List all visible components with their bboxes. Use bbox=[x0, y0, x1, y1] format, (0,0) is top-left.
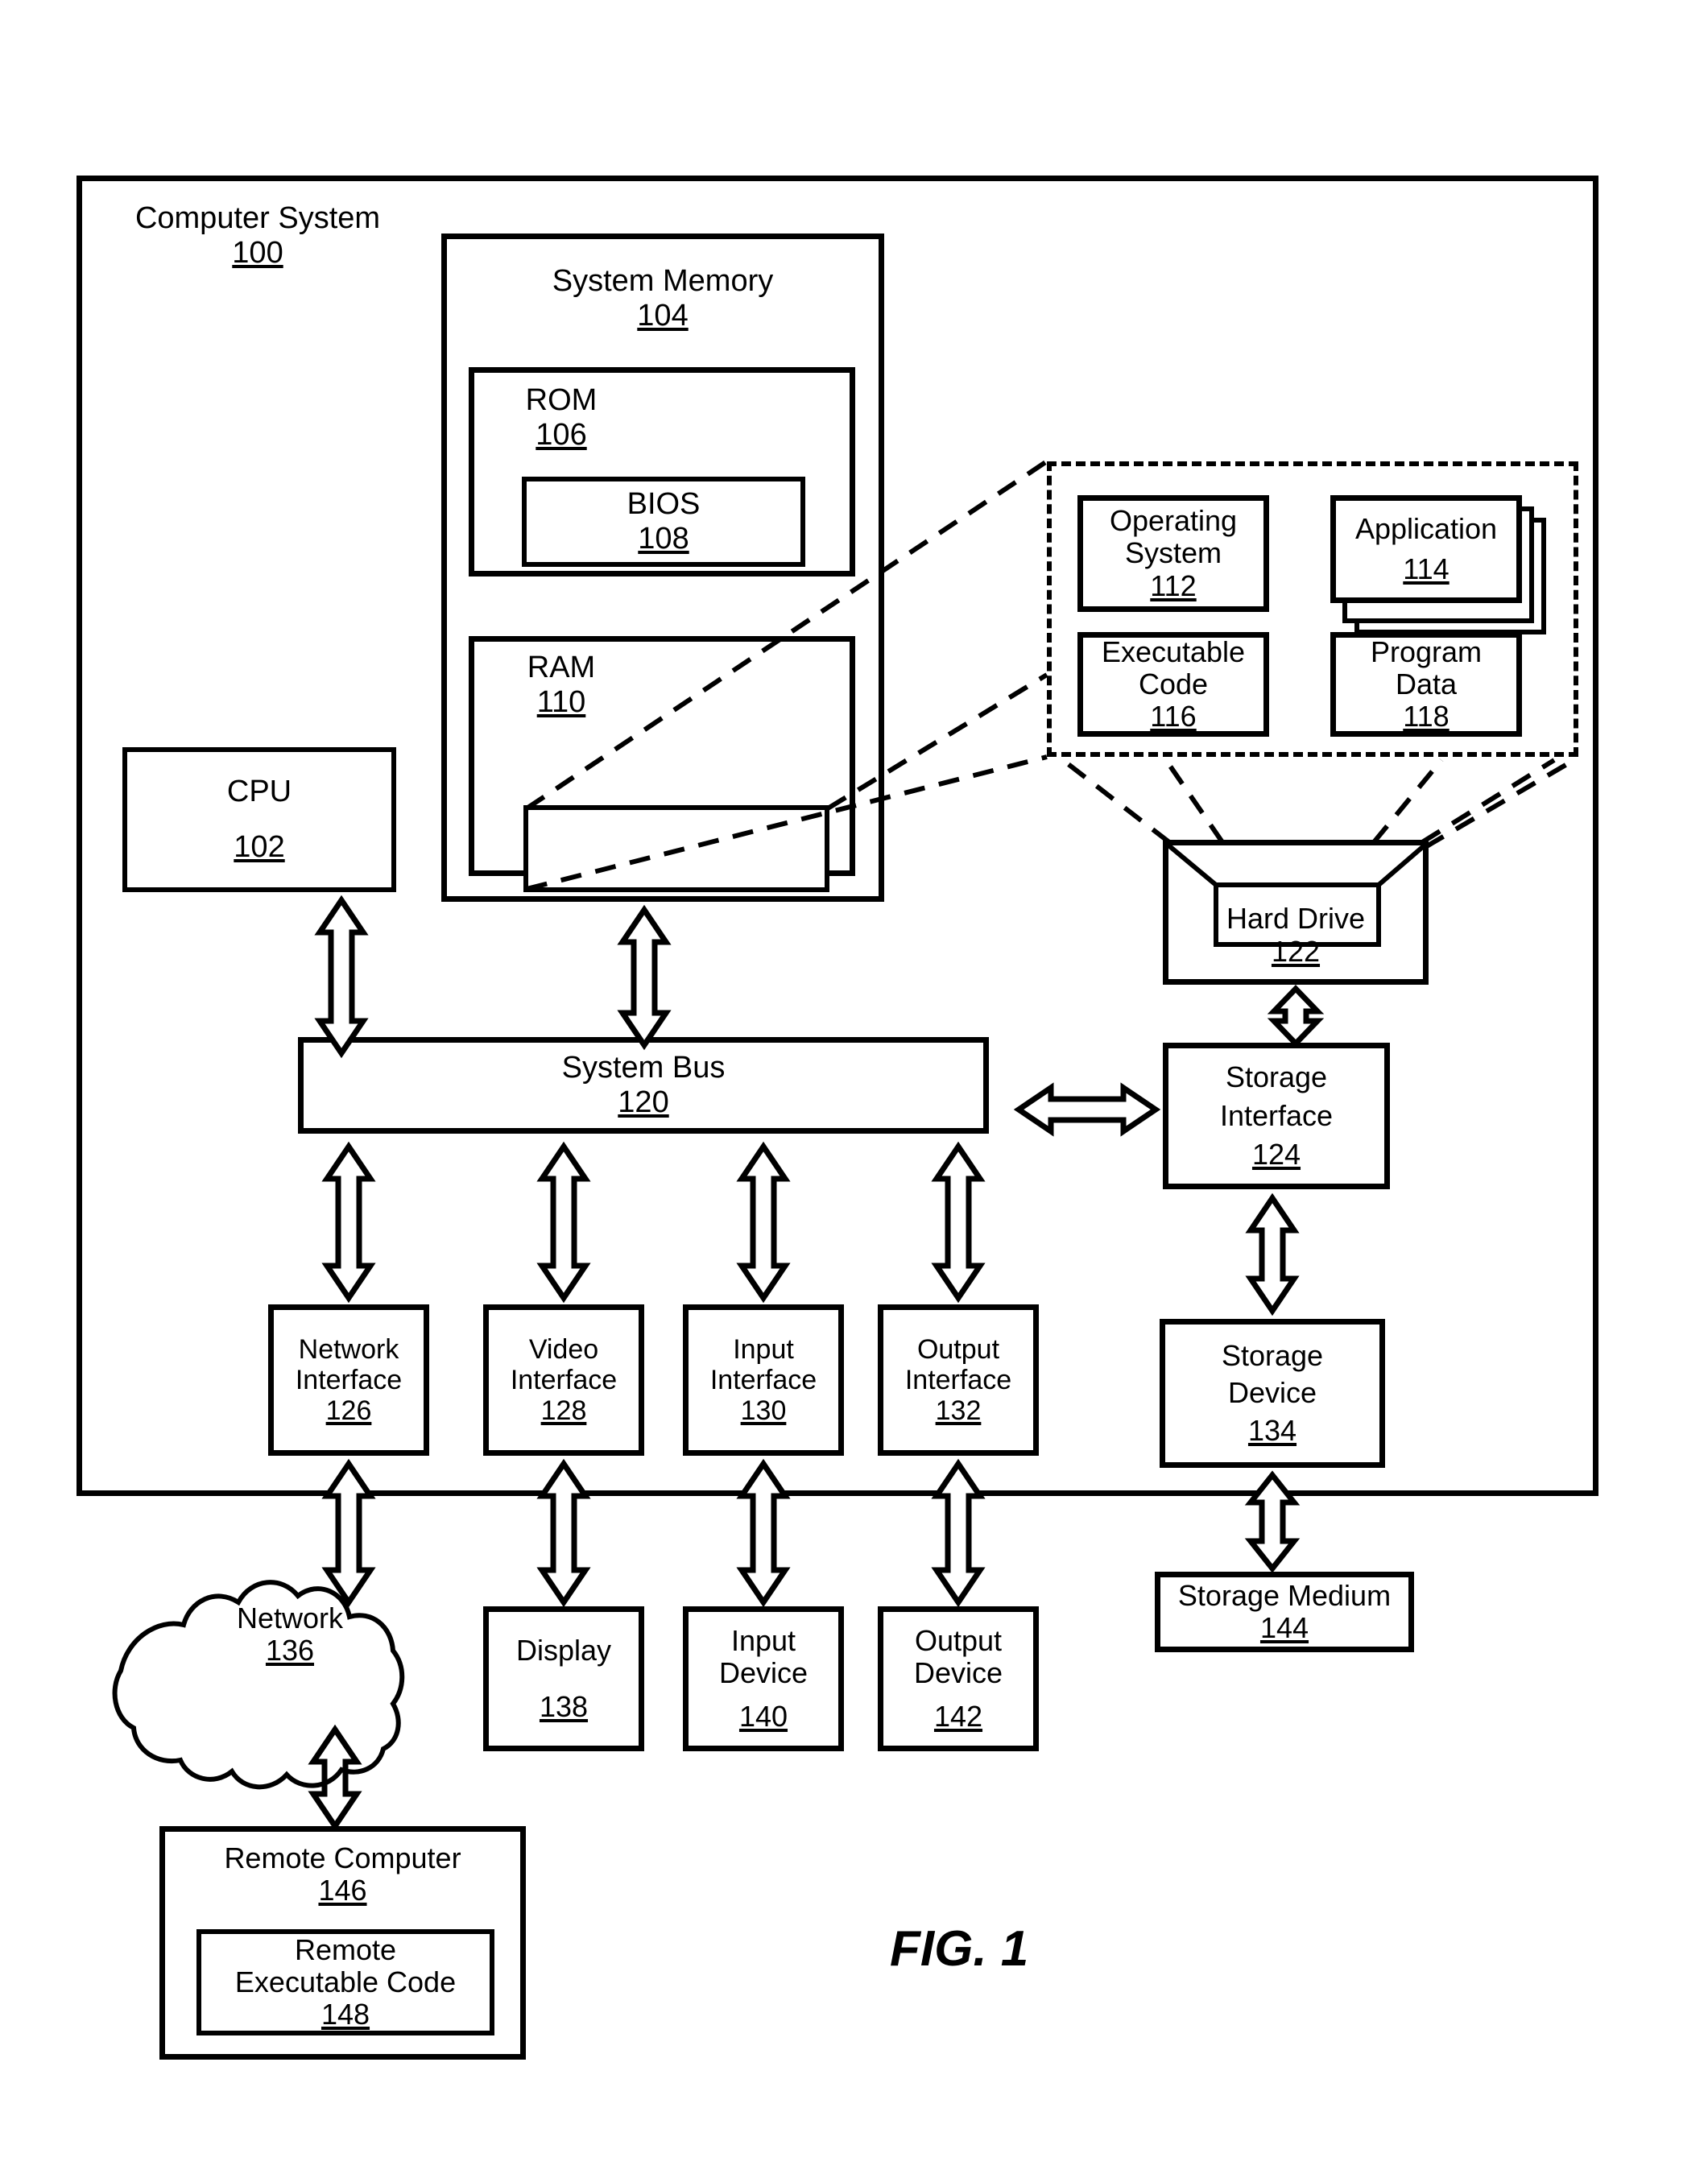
storage-device-label-line2: Device bbox=[1227, 1376, 1317, 1410]
storage-interface-number: 124 bbox=[1251, 1138, 1301, 1172]
output-device-number: 142 bbox=[933, 1700, 983, 1734]
application-number: 114 bbox=[1403, 552, 1450, 585]
storage-medium-number: 144 bbox=[1259, 1611, 1309, 1644]
ram-title: RAM 110 bbox=[501, 651, 622, 719]
network-interface-box: Network Interface 126 bbox=[268, 1304, 429, 1456]
storage-device-number: 134 bbox=[1247, 1413, 1297, 1447]
storage-interface-label-line2: Interface bbox=[1219, 1098, 1334, 1132]
system-memory-number: 104 bbox=[637, 298, 689, 333]
executable-code-label-line2: Code bbox=[1138, 667, 1209, 701]
storage-medium-label: Storage Medium bbox=[1177, 1578, 1392, 1612]
rom-title: ROM 106 bbox=[501, 383, 622, 452]
executable-code-number: 116 bbox=[1150, 700, 1197, 734]
operating-system-label-line2: System bbox=[1124, 536, 1222, 570]
remote-executable-code-box: Remote Executable Code 148 bbox=[196, 1929, 494, 2035]
network-number: 136 bbox=[265, 1634, 315, 1668]
system-memory-title: System Memory 104 bbox=[482, 264, 844, 333]
input-interface-label-line2: Interface bbox=[709, 1364, 817, 1395]
arrow-network-to-remote-computer bbox=[308, 1724, 362, 1832]
network-interface-label-line1: Network bbox=[298, 1333, 399, 1365]
program-data-label-line1: Program bbox=[1370, 634, 1483, 668]
rom-label: ROM bbox=[525, 383, 598, 417]
system-bus-box: System Bus 120 bbox=[298, 1037, 989, 1134]
video-interface-number: 128 bbox=[540, 1395, 587, 1427]
display-label: Display bbox=[515, 1633, 612, 1667]
video-interface-label-line2: Interface bbox=[510, 1364, 618, 1395]
video-interface-label-line1: Video bbox=[528, 1333, 599, 1365]
output-interface-number: 132 bbox=[935, 1395, 982, 1427]
application-box: Application 114 bbox=[1330, 495, 1522, 603]
ram-label: RAM bbox=[527, 651, 596, 684]
storage-interface-label-line1: Storage bbox=[1225, 1060, 1328, 1093]
output-device-box: Output Device 142 bbox=[878, 1606, 1039, 1751]
computer-system-title: Computer System 100 bbox=[113, 201, 403, 270]
remote-executable-code-number: 148 bbox=[321, 1998, 370, 2031]
program-data-label-line2: Data bbox=[1395, 667, 1458, 701]
hard-drive-box: Hard Drive 122 bbox=[1163, 840, 1429, 985]
display-box: Display 138 bbox=[483, 1606, 644, 1751]
network-interface-number: 126 bbox=[325, 1395, 372, 1427]
system-memory-label: System Memory bbox=[552, 264, 774, 298]
storage-device-label-line1: Storage bbox=[1221, 1339, 1324, 1373]
input-interface-box: Input Interface 130 bbox=[683, 1304, 844, 1456]
executable-code-box: Executable Code 116 bbox=[1077, 632, 1269, 737]
ram-contents-region bbox=[523, 805, 829, 892]
storage-interface-box: Storage Interface 124 bbox=[1163, 1043, 1390, 1189]
operating-system-number: 112 bbox=[1150, 568, 1197, 602]
video-interface-box: Video Interface 128 bbox=[483, 1304, 644, 1456]
output-interface-box: Output Interface 132 bbox=[878, 1304, 1039, 1456]
operating-system-label-line1: Operating bbox=[1109, 504, 1238, 538]
input-device-number: 140 bbox=[738, 1700, 788, 1734]
program-data-number: 118 bbox=[1403, 700, 1450, 734]
operating-system-box: Operating System 112 bbox=[1077, 495, 1269, 612]
system-bus-number: 120 bbox=[618, 1085, 669, 1119]
display-number: 138 bbox=[539, 1690, 589, 1723]
ram-number: 110 bbox=[536, 684, 586, 719]
computer-system-number: 100 bbox=[232, 235, 283, 270]
input-interface-number: 130 bbox=[740, 1395, 787, 1427]
bios-label: BIOS bbox=[627, 487, 701, 522]
output-device-label-line1: Output bbox=[914, 1623, 1003, 1657]
remote-computer-label: Remote Computer bbox=[224, 1841, 461, 1874]
executable-code-label-line1: Executable bbox=[1101, 634, 1246, 668]
cpu-number: 102 bbox=[234, 830, 285, 864]
rom-number: 106 bbox=[536, 417, 587, 452]
input-device-box: Input Device 140 bbox=[683, 1606, 844, 1751]
input-device-label-line1: Input bbox=[730, 1623, 796, 1657]
output-interface-label-line2: Interface bbox=[904, 1364, 1012, 1395]
network-interface-label-line2: Interface bbox=[295, 1364, 403, 1395]
figure-caption: FIG. 1 bbox=[890, 1921, 1029, 1977]
input-interface-label-line1: Input bbox=[733, 1333, 794, 1365]
output-device-label-line2: Device bbox=[913, 1655, 1003, 1689]
remote-computer-title: Remote Computer 146 bbox=[176, 1841, 510, 1907]
remote-computer-number: 146 bbox=[318, 1874, 367, 1907]
hard-drive-number: 122 bbox=[1271, 934, 1321, 968]
bios-number: 108 bbox=[638, 522, 689, 556]
bios-box: BIOS 108 bbox=[522, 477, 805, 567]
patent-figure-1: Computer System 100 System Memory 104 RO… bbox=[0, 0, 1708, 2178]
storage-device-box: Storage Device 134 bbox=[1160, 1319, 1385, 1468]
application-label: Application bbox=[1354, 511, 1498, 545]
output-interface-label-line1: Output bbox=[916, 1333, 1000, 1365]
program-data-box: Program Data 118 bbox=[1330, 632, 1522, 737]
system-bus-label: System Bus bbox=[561, 1051, 726, 1085]
storage-medium-box: Storage Medium 144 bbox=[1155, 1572, 1414, 1652]
remote-executable-code-label-line2: Executable Code bbox=[234, 1965, 457, 1998]
network-label: Network bbox=[236, 1601, 344, 1635]
cpu-label: CPU bbox=[226, 775, 292, 809]
computer-system-label: Computer System bbox=[134, 201, 381, 235]
remote-executable-code-label-line1: Remote bbox=[294, 1932, 397, 1966]
input-device-label-line2: Device bbox=[718, 1655, 809, 1689]
cpu-box: CPU 102 bbox=[122, 747, 396, 892]
network-cloud-title: Network 136 bbox=[177, 1601, 403, 1668]
hard-drive-label: Hard Drive bbox=[1226, 902, 1366, 936]
